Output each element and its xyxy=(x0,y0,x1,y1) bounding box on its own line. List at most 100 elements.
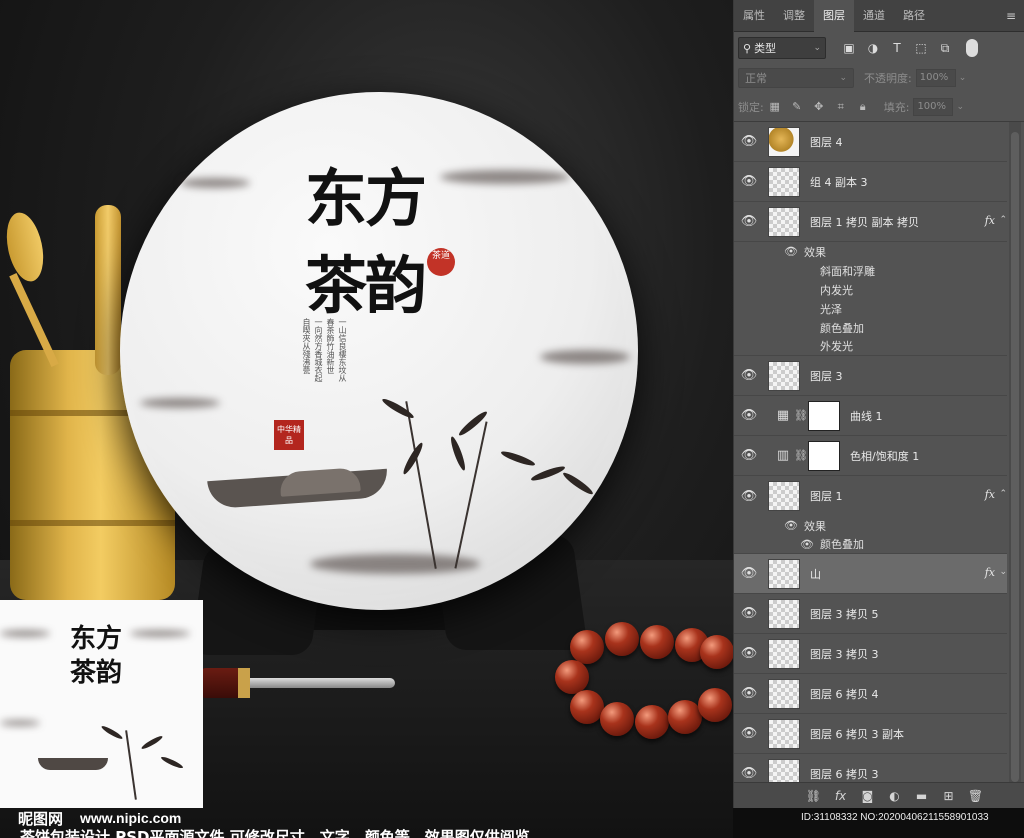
effect-item[interactable]: 外发光 xyxy=(734,337,1007,356)
layer-row[interactable]: 👁︎ 图层 3 拷贝 5 xyxy=(734,594,1007,634)
eye-icon[interactable]: 👁︎ xyxy=(784,519,798,532)
layer-row[interactable]: 👁︎ 图层 1 拷贝 副本 拷贝 fx ⌃ xyxy=(734,202,1007,242)
link-icon[interactable]: ⛓ xyxy=(794,409,808,422)
thumbnail-title-bottom: 茶韵 xyxy=(70,658,123,688)
layer-row[interactable]: 👁︎ 图层 6 拷贝 3 副本 xyxy=(734,714,1007,754)
chevron-up-icon[interactable]: ⌃ xyxy=(999,489,1007,499)
filter-toggle[interactable] xyxy=(966,39,978,57)
effect-label: 内发光 xyxy=(820,283,853,297)
new-layer-icon[interactable]: ⊞ xyxy=(935,789,962,803)
eye-icon[interactable]: 👁︎ xyxy=(734,134,764,149)
layer-row[interactable]: 👁︎ 图层 3 拷贝 3 xyxy=(734,634,1007,674)
lock-label: 锁定: xyxy=(738,100,764,114)
layer-name: 图层 6 拷贝 4 xyxy=(810,687,879,701)
effect-label: 光泽 xyxy=(820,302,842,316)
fx-icon[interactable]: fx xyxy=(985,488,995,501)
eye-icon[interactable]: 👁︎ xyxy=(734,646,764,661)
trash-icon[interactable]: 🗑︎ xyxy=(962,789,989,803)
layer-row[interactable]: 👁︎ 组 4 副本 3 xyxy=(734,162,1007,202)
effect-item[interactable]: 内发光 xyxy=(734,280,1007,299)
layer-name: 山 xyxy=(810,567,821,581)
lock-paint-icon[interactable]: ✎ xyxy=(786,100,808,113)
eye-icon[interactable]: 👁︎ xyxy=(784,245,798,258)
panel-tabs: 属性 调整 图层 通道 路径 ≡ xyxy=(734,0,1024,32)
panel-menu-icon[interactable]: ≡ xyxy=(1006,9,1016,23)
chevron-down-icon[interactable]: ⌄ xyxy=(959,73,967,83)
layer-name: 图层 4 xyxy=(810,135,843,149)
effect-label: 颜色叠加 xyxy=(820,538,864,551)
scrollbar-thumb[interactable] xyxy=(1011,132,1019,782)
eye-icon[interactable]: 👁︎ xyxy=(734,214,764,229)
bead xyxy=(555,660,589,694)
lock-move-icon[interactable]: ✥ xyxy=(808,100,830,113)
chevron-down-icon[interactable]: ⌄ xyxy=(999,567,1007,577)
poem-column: 自喫夾从殘沸甍 xyxy=(302,318,311,374)
eye-icon[interactable]: 👁︎ xyxy=(734,686,764,701)
chevron-up-icon[interactable]: ⌃ xyxy=(999,215,1007,225)
layer-row[interactable]: 👁︎ 图层 6 拷贝 4 xyxy=(734,674,1007,714)
layer-row[interactable]: 👁︎ 图层 4 xyxy=(734,122,1007,162)
lock-artboard-icon[interactable]: ⌗ xyxy=(830,100,852,114)
fill-input[interactable]: 100% xyxy=(913,97,954,116)
blend-row: 正常 ⌄ 不透明度: 100% ⌄ xyxy=(734,64,1024,92)
fx-icon[interactable]: fx xyxy=(985,566,995,579)
tab-paths[interactable]: 路径 xyxy=(894,0,934,32)
tea-needle-blade xyxy=(250,678,395,688)
layer-mask-thumbnail[interactable] xyxy=(808,400,840,431)
eye-icon[interactable]: 👁︎ xyxy=(734,408,764,423)
layer-name: 图层 1 xyxy=(810,490,843,503)
ink-cloud xyxy=(440,170,570,184)
eye-icon[interactable]: 👁︎ xyxy=(734,766,764,781)
effect-item[interactable]: 光泽 xyxy=(734,299,1007,318)
filter-kind-select[interactable]: ⚲ 类型 ⌄ xyxy=(738,37,826,59)
effect-item[interactable]: 👁︎ 颜色叠加 xyxy=(734,535,1007,554)
red-seal: 中华精品 xyxy=(274,420,304,450)
eye-icon[interactable]: 👁︎ xyxy=(734,489,764,504)
effect-item[interactable]: 斜面和浮雕 xyxy=(734,261,1007,280)
smart-object-filter-icon[interactable]: ⧉ xyxy=(934,41,956,56)
layer-row[interactable]: 👁︎ 图层 6 拷贝 3 xyxy=(734,754,1007,782)
chevron-down-icon[interactable]: ⌄ xyxy=(956,102,964,112)
layer-row[interactable]: 👁︎ ▦ ⛓ 曲线 1 xyxy=(734,396,1007,436)
layer-thumbnail xyxy=(768,166,800,197)
link-layers-icon[interactable]: ⛓ xyxy=(800,789,827,803)
eye-icon[interactable]: 👁︎ xyxy=(734,174,764,189)
layer-row[interactable]: 👁︎ ▥ ⛓ 色相/饱和度 1 xyxy=(734,436,1007,476)
filter-kind-label: 类型 xyxy=(754,42,777,55)
eye-icon[interactable]: 👁︎ xyxy=(734,368,764,383)
document-canvas[interactable]: 东方 茶韵 茶道 中华精品 一山信良樓东坟从 春茶飾竹油新世 一向然方香城衣起 … xyxy=(0,0,733,838)
lock-transparent-icon[interactable]: ▦ xyxy=(764,100,786,113)
layer-row[interactable]: 👁︎ 图层 3 xyxy=(734,356,1007,396)
eye-icon[interactable]: 👁︎ xyxy=(734,726,764,741)
layer-mask-thumbnail[interactable] xyxy=(808,440,840,471)
layer-row[interactable]: 👁︎ 山 fx ⌄ xyxy=(734,554,1007,594)
eye-icon[interactable]: 👁︎ xyxy=(800,538,814,551)
tab-layers[interactable]: 图层 xyxy=(814,0,854,32)
layers-scrollbar[interactable] xyxy=(1009,122,1021,782)
eye-icon[interactable]: 👁︎ xyxy=(734,448,764,463)
layer-thumbnail xyxy=(768,718,800,749)
fx-icon[interactable]: fx xyxy=(827,789,854,803)
thumbnail-title-top: 东方 xyxy=(70,624,123,654)
layer-name: 图层 3 xyxy=(810,369,843,383)
eye-icon[interactable]: 👁︎ xyxy=(734,566,764,581)
blend-mode-select[interactable]: 正常 ⌄ xyxy=(738,68,854,88)
link-icon[interactable]: ⛓ xyxy=(794,449,808,462)
tab-adjustments[interactable]: 调整 xyxy=(774,0,814,32)
new-group-icon[interactable]: ▬ xyxy=(908,789,935,803)
pixel-filter-icon[interactable]: ▣ xyxy=(838,41,860,55)
bead xyxy=(698,688,732,722)
lock-all-icon[interactable]: 🔒︎ xyxy=(852,100,874,114)
shape-filter-icon[interactable]: ⬚ xyxy=(910,41,932,55)
tab-properties[interactable]: 属性 xyxy=(734,0,774,32)
effect-item[interactable]: 颜色叠加 xyxy=(734,318,1007,337)
adjustment-layer-icon[interactable]: ◐ xyxy=(881,789,908,803)
fx-icon[interactable]: fx xyxy=(985,214,995,227)
adjustment-filter-icon[interactable]: ◑ xyxy=(862,41,884,55)
opacity-input[interactable]: 100% xyxy=(915,69,956,87)
layer-row[interactable]: 👁︎ 图层 1 fx ⌃ xyxy=(734,476,1007,516)
add-mask-icon[interactable]: ◙ xyxy=(854,789,881,803)
type-filter-icon[interactable]: T xyxy=(886,41,908,55)
tab-channels[interactable]: 通道 xyxy=(854,0,894,32)
eye-icon[interactable]: 👁︎ xyxy=(734,606,764,621)
